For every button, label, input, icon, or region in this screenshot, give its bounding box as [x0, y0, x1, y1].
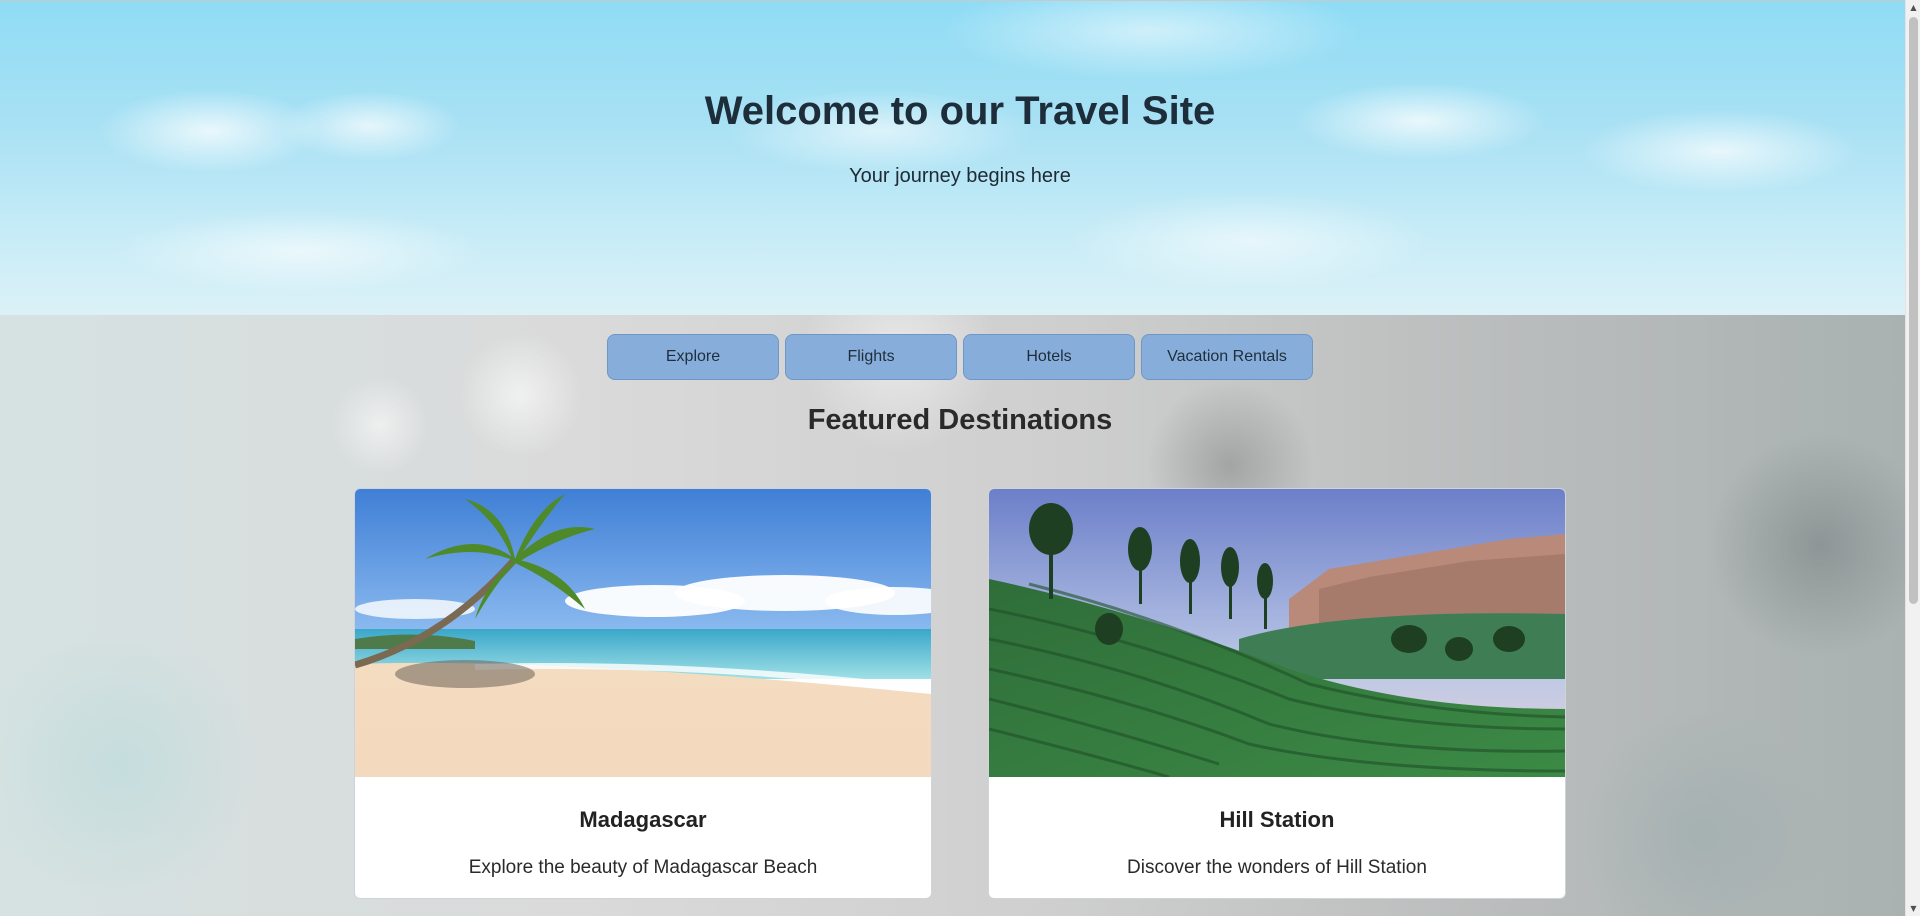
destination-description: Discover the wonders of Hill Station	[1127, 857, 1427, 878]
page-subtitle: Your journey begins here	[849, 165, 1071, 187]
nav-hotels-button[interactable]: Hotels	[963, 334, 1135, 380]
nav-vacation-rentals-button[interactable]: Vacation Rentals	[1141, 334, 1313, 380]
hero-banner: Welcome to our Travel Site Your journey …	[0, 1, 1905, 315]
page: Welcome to our Travel Site Your journey …	[0, 0, 1905, 916]
destination-card-madagascar[interactable]: Madagascar Explore the beauty of Madagas…	[354, 488, 932, 899]
scrollbar-thumb[interactable]	[1909, 17, 1918, 604]
beach-palm-tree-image	[355, 489, 931, 777]
page-title: Welcome to our Travel Site	[704, 89, 1216, 133]
nav-flights-button[interactable]: Flights	[785, 334, 957, 380]
nav-explore-button[interactable]: Explore	[607, 334, 779, 380]
featured-destinations-heading: Featured Destinations	[807, 404, 1113, 436]
destination-name: Hill Station	[1219, 807, 1335, 832]
scroll-up-arrow-icon[interactable]: ▲	[1906, 0, 1920, 15]
vertical-scrollbar[interactable]: ▲ ▼	[1905, 0, 1920, 916]
destination-card-hill-station[interactable]: Hill Station Discover the wonders of Hil…	[988, 488, 1566, 899]
tea-plantation-hills-image	[989, 489, 1565, 777]
main-nav: Explore Flights Hotels Vacation Rentals	[607, 334, 1313, 380]
scroll-down-arrow-icon[interactable]: ▼	[1906, 901, 1920, 916]
destination-description: Explore the beauty of Madagascar Beach	[468, 857, 818, 878]
destination-name: Madagascar	[579, 807, 707, 832]
